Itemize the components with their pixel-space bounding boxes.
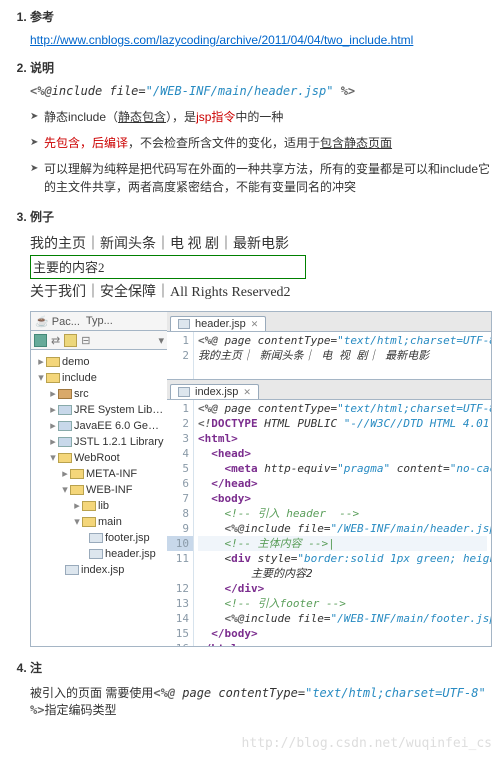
- ide-screenshot: ☕ Pac... Typ... ⇄⊟▾ ▸demo ▾include ▸src …: [30, 311, 492, 647]
- editor-index: index.jsp✕ 1234567891011 121314151617 <%…: [167, 380, 491, 646]
- include-directive: <%@include file="/WEB-INF/main/header.js…: [30, 84, 492, 98]
- note-text-pre: 被引入的页面 需要使用: [30, 686, 153, 700]
- bullet-1: 静态include（静态包含），是jsp指令中的一种: [30, 108, 492, 126]
- bullet-2: 先包含，后编译，不会检查所含文件的变化，适用于包含静态页面: [30, 134, 492, 152]
- project-explorer: ☕ Pac... Typ... ⇄⊟▾ ▸demo ▾include ▸src …: [31, 312, 168, 646]
- code-header[interactable]: 12 <%@ page contentType="text/html;chars…: [167, 332, 491, 379]
- close-icon[interactable]: ✕: [251, 319, 259, 330]
- rendered-preview: 我的主页｜新闻头条｜电 视 剧｜最新电影 主要的内容2 关于我们｜安全保障｜Al…: [30, 233, 492, 301]
- preview-body: 主要的内容2: [30, 255, 306, 279]
- file-tree[interactable]: ▸demo ▾include ▸src ▸JRE System Library …: [31, 350, 167, 582]
- section-2: 说明 <%@include file="/WEB-INF/main/header…: [30, 59, 492, 196]
- section-4: 注 被引入的页面 需要使用<%@ page contentType="text/…: [30, 659, 492, 718]
- note-text-post: 指定编码类型: [44, 703, 116, 717]
- code-index[interactable]: 1234567891011 121314151617 <%@ page cont…: [167, 400, 491, 646]
- section-2-title: 说明: [30, 61, 54, 75]
- bullet-3: 可以理解为纯粹是把代码写在外面的一种共享方法，所有的变量都是可以和include…: [30, 160, 492, 196]
- section-1: 参考 http://www.cnblogs.com/lazycoding/arc…: [30, 8, 492, 47]
- section-1-title: 参考: [30, 10, 54, 24]
- explorer-tabs[interactable]: ☕ Pac... Typ...: [31, 312, 167, 331]
- section-4-title: 注: [30, 661, 42, 675]
- link-icon[interactable]: [64, 334, 77, 347]
- nav-icon[interactable]: [34, 334, 47, 347]
- tab-header[interactable]: header.jsp✕: [170, 316, 266, 331]
- tab-index[interactable]: index.jsp✕: [170, 384, 259, 399]
- watermark: http://blog.csdn.net/wuqinfei_cs: [8, 736, 492, 751]
- section-3-title: 例子: [30, 210, 54, 224]
- reference-link[interactable]: http://www.cnblogs.com/lazycoding/archiv…: [30, 33, 413, 47]
- preview-footer: 关于我们｜安全保障｜All Rights Reserved2: [30, 281, 492, 301]
- explorer-toolbar[interactable]: ⇄⊟▾: [31, 331, 167, 350]
- preview-nav: 我的主页｜新闻头条｜电 视 剧｜最新电影: [30, 233, 492, 253]
- editor-header: header.jsp✕ 12 <%@ page contentType="tex…: [167, 312, 491, 380]
- close-icon[interactable]: ✕: [243, 387, 251, 398]
- section-3: 例子 我的主页｜新闻头条｜电 视 剧｜最新电影 主要的内容2 关于我们｜安全保障…: [30, 208, 492, 647]
